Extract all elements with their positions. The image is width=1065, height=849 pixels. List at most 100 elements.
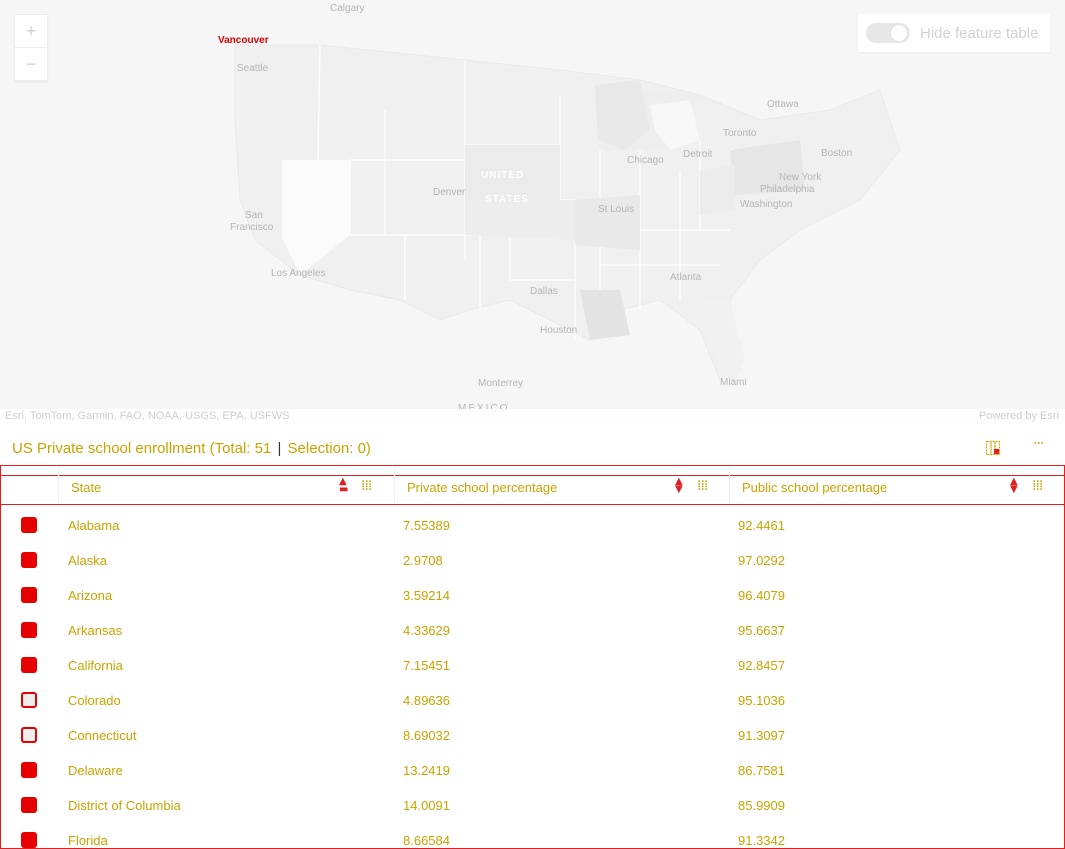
cell-private-percentage: 13.2419 bbox=[403, 763, 450, 778]
toggle-label: Hide feature table bbox=[920, 24, 1039, 42]
row-select-checkbox[interactable] bbox=[21, 832, 37, 848]
toggle-switch[interactable] bbox=[866, 23, 910, 43]
column-header-label: Public school percentage bbox=[742, 480, 888, 495]
cell-public-percentage: 85.9909 bbox=[738, 798, 785, 813]
cell-state: Colorado bbox=[68, 693, 121, 708]
cell-public-percentage: 95.6637 bbox=[738, 623, 785, 638]
map-label-monterrey: Monterrey bbox=[478, 378, 524, 389]
map-label-houston: Houston bbox=[540, 325, 578, 336]
zoom-out-button[interactable]: − bbox=[15, 47, 47, 80]
cell-public-percentage: 91.3342 bbox=[738, 833, 785, 848]
feature-table-toggle[interactable]: Hide feature table bbox=[858, 14, 1050, 52]
map-label-philadelphia: Philadelphia bbox=[760, 184, 815, 195]
map-label-boston: Boston bbox=[821, 148, 853, 159]
cell-state: California bbox=[68, 658, 123, 673]
column-menu-icon[interactable]: ⁞⁞⁞ bbox=[1032, 478, 1043, 494]
cell-public-percentage: 92.8457 bbox=[738, 658, 785, 673]
toggle-knob bbox=[890, 24, 908, 42]
powered-by-link[interactable]: Powered by Esri bbox=[979, 410, 1059, 422]
table-row[interactable]: Alabama 7.55389 92.4461 bbox=[1, 509, 1064, 544]
map-canvas bbox=[0, 0, 1065, 410]
cell-state: Arkansas bbox=[68, 623, 123, 638]
table-title-selection: Selection: 0) bbox=[287, 440, 371, 457]
row-select-checkbox[interactable] bbox=[21, 517, 37, 533]
table-row[interactable]: Colorado 4.89636 95.1036 bbox=[1, 684, 1064, 719]
table-title-name: US Private school enrollment bbox=[12, 440, 206, 457]
column-menu-icon[interactable]: ⁞⁞⁞ bbox=[361, 478, 372, 494]
row-select-checkbox[interactable] bbox=[21, 797, 37, 813]
table-title-total: (Total: 51 bbox=[209, 440, 272, 457]
sort-asc-icon[interactable]: ▲ ▬ bbox=[339, 477, 348, 495]
table-row[interactable]: Connecticut 8.69032 91.3097 bbox=[1, 719, 1064, 754]
sort-icon[interactable]: ▲ ▼ bbox=[1010, 477, 1018, 495]
cell-public-percentage: 95.1036 bbox=[738, 693, 785, 708]
cell-state: Arizona bbox=[68, 588, 113, 603]
map-label-new-york: New York bbox=[779, 172, 822, 183]
map-label-detroit: Detroit bbox=[683, 149, 713, 160]
row-select-checkbox[interactable] bbox=[21, 692, 37, 708]
cell-private-percentage: 4.33629 bbox=[403, 623, 450, 638]
more-options-icon[interactable]: ··· bbox=[1033, 436, 1044, 452]
table-row[interactable]: Alaska 2.9708 97.0292 bbox=[1, 544, 1064, 579]
cell-private-percentage: 8.69032 bbox=[403, 728, 450, 743]
table-row[interactable]: Delaware 13.2419 86.7581 bbox=[1, 754, 1064, 789]
cell-state: District of Columbia bbox=[68, 798, 181, 813]
grid-header-row: State ▲ ▬ ⁞⁞⁞ Private school percentage ▲… bbox=[1, 466, 1064, 505]
cell-private-percentage: 3.59214 bbox=[403, 588, 450, 603]
cell-private-percentage: 7.55389 bbox=[403, 518, 450, 533]
map-label-vancouver: Vancouver bbox=[218, 35, 269, 46]
cell-state: Delaware bbox=[68, 763, 123, 778]
row-select-checkbox[interactable] bbox=[21, 657, 37, 673]
map-label-united: UNITED bbox=[481, 170, 525, 181]
map-label-denver: Denver bbox=[433, 187, 466, 198]
cell-private-percentage: 4.89636 bbox=[403, 693, 450, 708]
map-label-ottawa: Ottawa bbox=[767, 99, 799, 110]
table-row[interactable]: Florida 8.66584 91.3342 bbox=[1, 824, 1064, 848]
cell-state: Alaska bbox=[68, 553, 108, 568]
map-label-francisco: Francisco bbox=[230, 222, 274, 233]
row-select-checkbox[interactable] bbox=[21, 622, 37, 638]
row-select-checkbox[interactable] bbox=[21, 762, 37, 778]
cell-public-percentage: 97.0292 bbox=[738, 553, 785, 568]
column-header-label: State bbox=[71, 480, 102, 495]
cell-private-percentage: 2.9708 bbox=[403, 553, 443, 568]
map-label-states: STATES bbox=[485, 194, 529, 205]
row-select-checkbox[interactable] bbox=[21, 587, 37, 603]
feature-table-title: US Private school enrollment (Total: 51 … bbox=[12, 440, 371, 457]
cell-public-percentage: 92.4461 bbox=[738, 518, 785, 533]
title-separator: | bbox=[277, 440, 282, 457]
cell-public-percentage: 86.7581 bbox=[738, 763, 785, 778]
column-header-state[interactable]: State ▲ ▬ ⁞⁞⁞ bbox=[59, 466, 394, 504]
table-row[interactable]: California 7.15451 92.8457 bbox=[1, 649, 1064, 684]
map-attribution: Esri, TomTom, Garmin, FAO, NOAA, USGS, E… bbox=[0, 409, 1065, 425]
grid-body: Alabama 7.55389 92.4461 Alaska 2.9708 97.0292… bbox=[1, 504, 1064, 848]
table-row[interactable]: Arizona 3.59214 96.4079 bbox=[1, 579, 1064, 614]
column-header-private[interactable]: Private school percentage ▲ ▼ ⁞⁞⁞ bbox=[395, 466, 729, 504]
map-label-dallas: Dallas bbox=[530, 286, 558, 297]
map-label-chicago: Chicago bbox=[627, 155, 664, 166]
map-label-seattle: Seattle bbox=[237, 63, 269, 74]
zoom-controls: + − bbox=[14, 14, 48, 81]
zoom-in-button[interactable]: + bbox=[15, 15, 47, 47]
map-view[interactable]: Calgary Vancouver Seattle Ottawa Toronto… bbox=[0, 0, 1065, 425]
attribution-text[interactable]: Esri, TomTom, Garmin, FAO, NOAA, USGS, E… bbox=[5, 410, 289, 422]
column-menu-icon[interactable]: ⁞⁞⁞ bbox=[697, 478, 708, 494]
map-label-atlanta: Atlanta bbox=[670, 272, 702, 283]
map-label-calgary: Calgary bbox=[330, 3, 365, 14]
cell-private-percentage: 8.66584 bbox=[403, 833, 450, 848]
cell-public-percentage: 91.3097 bbox=[738, 728, 785, 743]
map-label-miami: Miami bbox=[720, 377, 747, 388]
sort-icon[interactable]: ▲ ▼ bbox=[675, 477, 683, 495]
feature-table-grid: State ▲ ▬ ⁞⁞⁞ Private school percentage ▲… bbox=[0, 465, 1065, 849]
map-label-washington: Washington bbox=[740, 199, 793, 210]
app-root: Calgary Vancouver Seattle Ottawa Toronto… bbox=[0, 0, 1065, 849]
table-row[interactable]: District of Columbia 14.0091 85.9909 bbox=[1, 789, 1064, 824]
column-header-public[interactable]: Public school percentage ▲ ▼ ⁞⁞⁞ bbox=[730, 466, 1064, 504]
row-select-checkbox[interactable] bbox=[21, 727, 37, 743]
row-select-checkbox[interactable] bbox=[21, 552, 37, 568]
feature-table-header: US Private school enrollment (Total: 51 … bbox=[0, 432, 1065, 464]
table-row[interactable]: Arkansas 4.33629 95.6637 bbox=[1, 614, 1064, 649]
map-label-toronto: Toronto bbox=[723, 128, 757, 139]
cell-state: Florida bbox=[68, 833, 108, 848]
column-chooser-icon[interactable] bbox=[985, 440, 1001, 460]
